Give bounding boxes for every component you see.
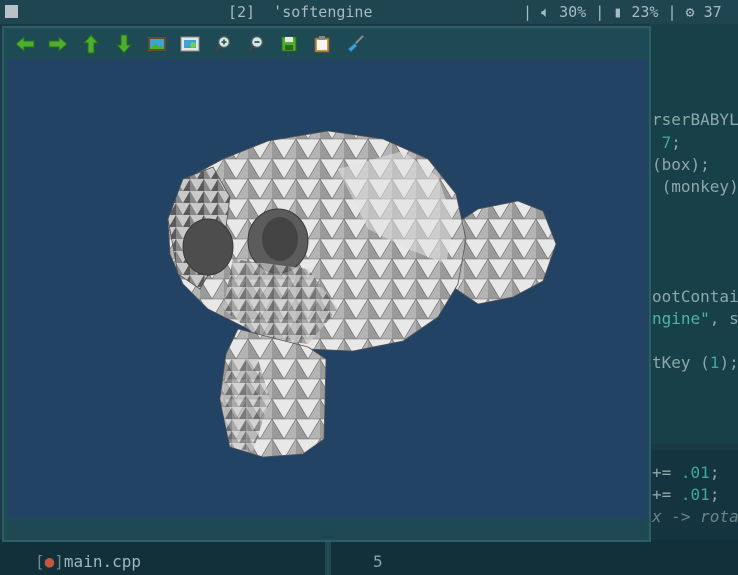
top-status-bar: [2] ˈsoftengine | 🔈︎ 30% | ▮ 23% | ⚙ 37 — [0, 0, 738, 24]
image-viewer-window — [2, 26, 651, 542]
forward-button[interactable] — [45, 32, 71, 56]
window-title-text: softengine — [282, 3, 373, 21]
battery-level: 23% — [631, 3, 659, 21]
picture-icon — [148, 37, 166, 51]
floppy-icon — [281, 36, 297, 52]
cpu-level: 37 — [703, 3, 722, 21]
render-viewport[interactable] — [8, 59, 647, 518]
screenshot-icon — [180, 36, 200, 52]
toolbar — [4, 28, 649, 59]
broom-icon — [347, 35, 364, 53]
save-button[interactable] — [276, 32, 302, 56]
volume-icon: 🔈︎ — [541, 3, 551, 21]
arrow-up-icon — [82, 34, 100, 54]
code-line: (monkey) — [652, 177, 738, 196]
paste-button[interactable] — [309, 32, 335, 56]
monkey-mesh-render — [167, 130, 557, 458]
arrow-down-icon — [115, 34, 133, 54]
zoom-out-icon — [248, 35, 264, 52]
background-editor-lower: += .01; += .01; x -> rota — [650, 450, 738, 540]
down-button[interactable] — [111, 32, 137, 56]
clean-button[interactable] — [342, 32, 368, 56]
up-button[interactable] — [78, 32, 104, 56]
zoom-in-icon — [215, 35, 231, 52]
workspace-square-icon[interactable] — [5, 5, 18, 18]
panel-divider[interactable] — [325, 540, 331, 575]
arrow-right-icon — [48, 35, 68, 53]
code-line: ngine", s — [652, 309, 738, 328]
zoom-in-button[interactable] — [210, 32, 236, 56]
code-line: += .01; — [652, 463, 720, 482]
code-line: ootContai — [652, 287, 738, 306]
back-button[interactable] — [12, 32, 38, 56]
system-status: | 🔈︎ 30% | ▮ 23% | ⚙ 37 — [523, 3, 722, 21]
code-line: rserBABYL — [652, 110, 738, 129]
file-panel: [●]main.cpp 5 — [0, 540, 738, 575]
file-list-item[interactable]: [●]main.cpp — [35, 552, 141, 571]
code-line: (box); — [652, 155, 710, 174]
zoom-out-button[interactable] — [243, 32, 269, 56]
window-title: [2] ˈsoftengine — [228, 3, 373, 21]
background-editor: rserBABYL 7; (box); (monkey) ootContai n… — [650, 24, 738, 444]
screenshot-button[interactable] — [177, 32, 203, 56]
arrow-left-icon — [15, 35, 35, 53]
cpu-icon: ⚙ — [685, 3, 695, 21]
code-line: x -> rota — [652, 507, 738, 526]
line-number: 5 — [373, 552, 383, 571]
modified-marker-icon: ● — [44, 552, 55, 571]
code-line: += .01; — [652, 485, 720, 504]
file-name: main.cpp — [63, 552, 141, 571]
code-line: 7; — [661, 133, 681, 152]
code-line: tKey (1); — [652, 353, 738, 372]
battery-icon: ▮ — [613, 3, 623, 21]
clipboard-icon — [314, 36, 330, 53]
workspace-number: [2] — [228, 3, 256, 21]
volume-level: 30% — [559, 3, 587, 21]
image-button[interactable] — [144, 32, 170, 56]
viewer-status-bar — [8, 520, 647, 538]
